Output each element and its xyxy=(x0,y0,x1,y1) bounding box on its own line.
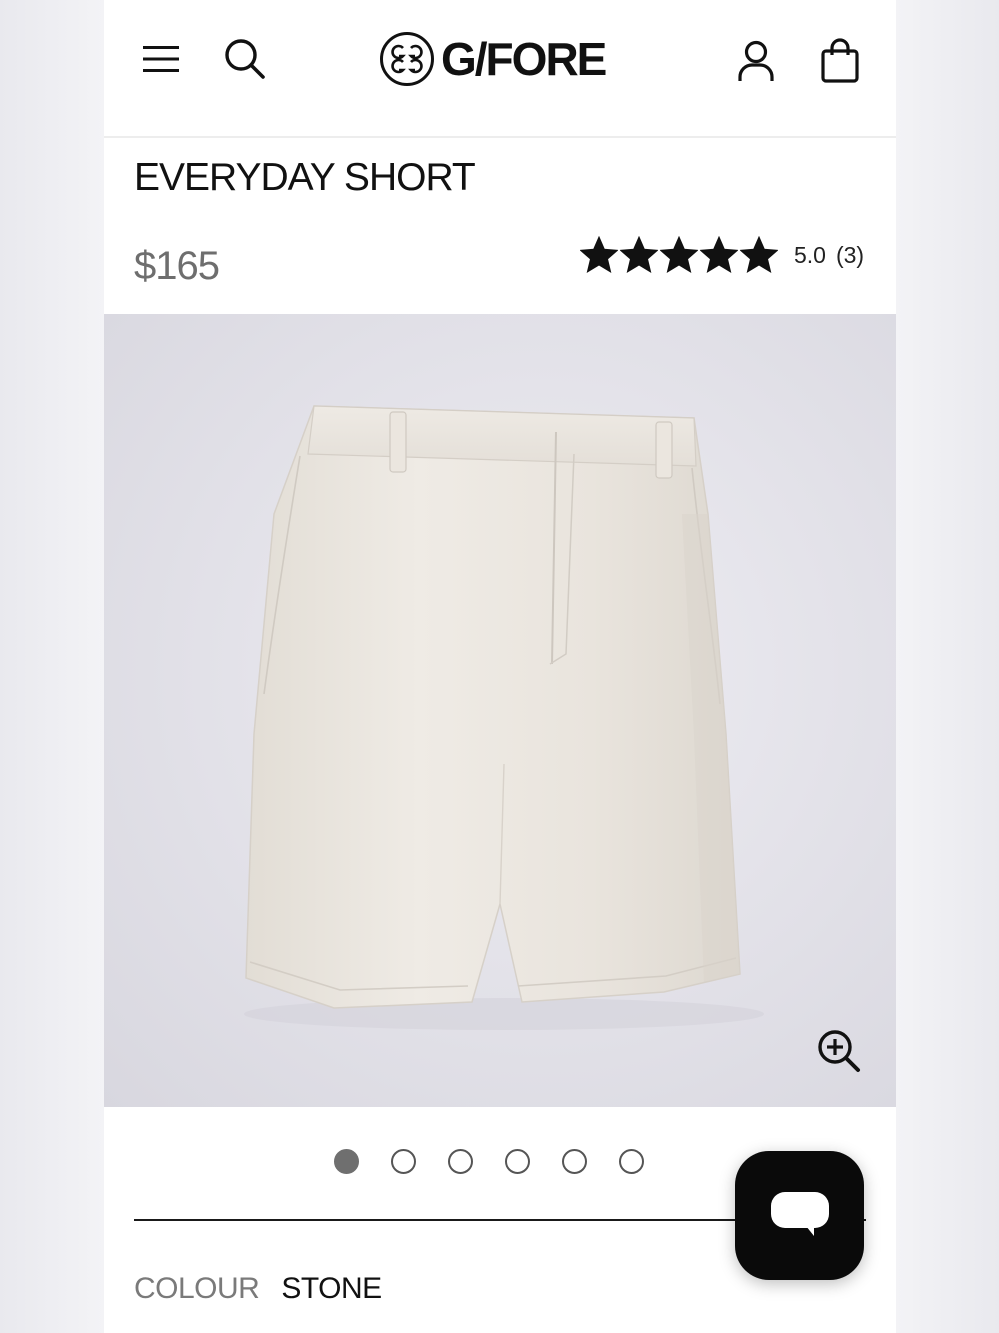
product-title: EVERYDAY SHORT xyxy=(134,156,476,199)
zoom-button[interactable] xyxy=(814,1026,864,1076)
menu-button[interactable] xyxy=(138,36,184,82)
backdrop-left xyxy=(0,0,104,1333)
shopping-bag-button[interactable] xyxy=(816,36,864,86)
account-button[interactable] xyxy=(732,36,780,86)
star-icon xyxy=(740,236,778,274)
gallery-dot[interactable] xyxy=(562,1149,587,1174)
gallery-dot[interactable] xyxy=(448,1149,473,1174)
rating-value: 5.0 xyxy=(794,241,826,268)
site-header: G/FORE xyxy=(104,0,896,138)
review-count: (3) xyxy=(835,241,865,268)
product-price: $165 xyxy=(134,244,220,288)
zoom-in-icon xyxy=(818,1030,860,1072)
brand-wordmark: G/FORE xyxy=(441,33,607,85)
chat-button[interactable] xyxy=(735,1151,864,1280)
colour-label: COLOUR xyxy=(134,1272,260,1305)
chat-bubble-icon xyxy=(770,1191,829,1236)
gallery-dot[interactable] xyxy=(334,1149,359,1174)
gallery-dot[interactable] xyxy=(505,1149,530,1174)
product-rating[interactable]: 5.0 (3) xyxy=(580,236,864,274)
brand-logo[interactable]: G/FORE xyxy=(379,30,607,88)
product-page: G/FORE EVERYDAY SHORT $165 5.0 (3) COLOU… xyxy=(104,0,896,1333)
gallery-dot[interactable] xyxy=(619,1149,644,1174)
user-icon xyxy=(738,40,774,81)
colour-value: STONE xyxy=(281,1272,382,1305)
hamburger-menu-icon xyxy=(143,46,179,72)
star-icon xyxy=(660,236,698,274)
backdrop-right xyxy=(896,0,999,1333)
rating-stars xyxy=(580,236,778,274)
gallery-pagination xyxy=(334,1149,644,1174)
star-icon xyxy=(700,236,738,274)
colour-selector: COLOUR STONE xyxy=(134,1272,382,1306)
brand-emblem-icon xyxy=(380,32,434,86)
star-icon xyxy=(620,236,658,274)
gallery-dot[interactable] xyxy=(391,1149,416,1174)
shorts-illustration xyxy=(244,405,764,1030)
search-button[interactable] xyxy=(220,34,270,84)
product-image[interactable] xyxy=(104,314,896,1107)
shopping-bag-icon xyxy=(821,38,859,83)
star-icon xyxy=(580,236,618,274)
search-icon xyxy=(225,39,265,79)
